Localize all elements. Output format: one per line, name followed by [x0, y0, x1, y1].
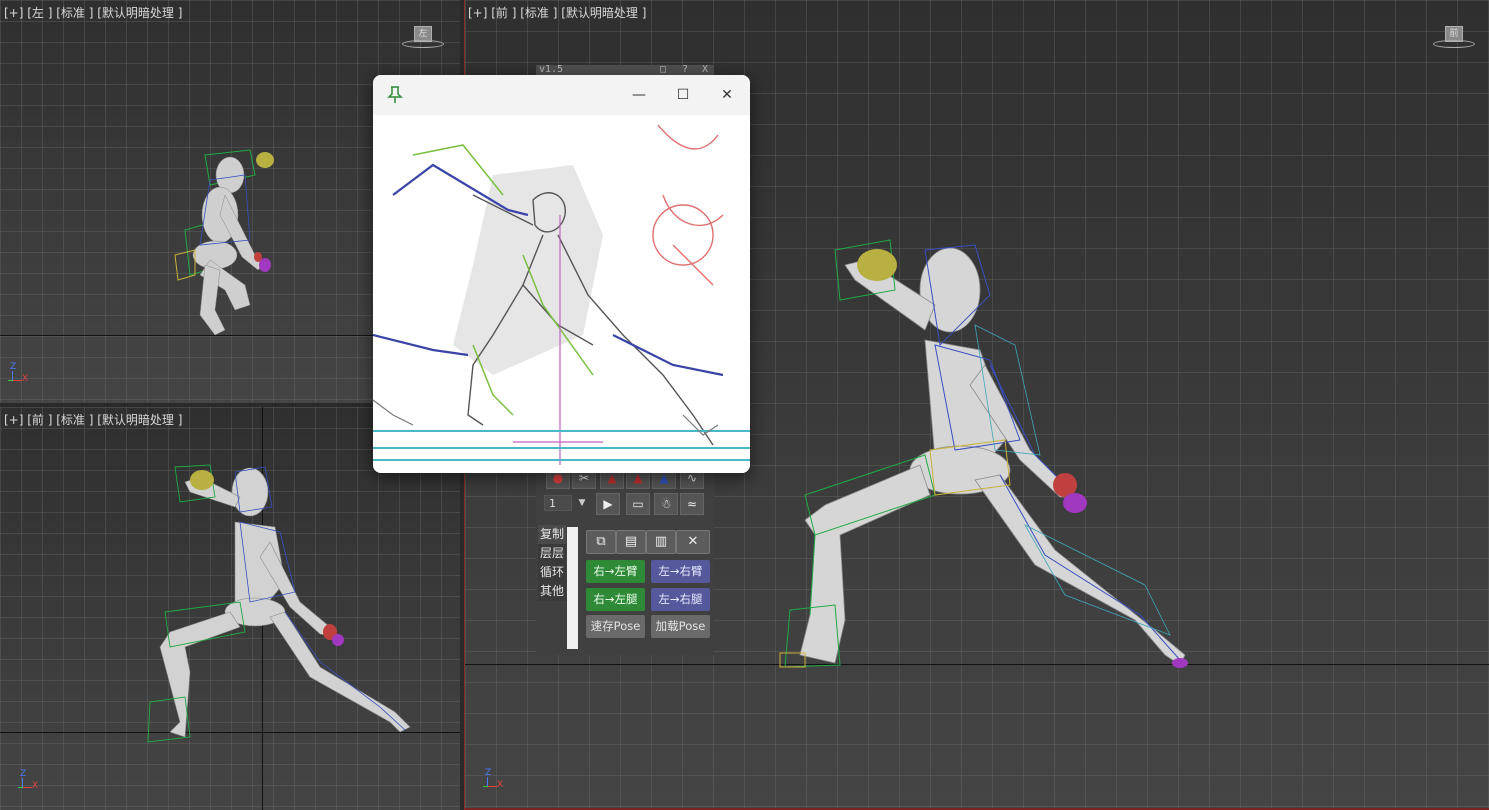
tab-other[interactable]: 其他	[538, 582, 566, 601]
viewcube[interactable]: 左	[402, 26, 444, 48]
help-button[interactable]: ?	[682, 64, 688, 75]
y-axis-line	[8, 380, 13, 381]
x-axis-line	[12, 380, 22, 381]
sketch-drawing	[373, 124, 750, 465]
panel-scrollbar[interactable]	[567, 527, 578, 649]
viewcube-ring[interactable]	[1433, 40, 1475, 48]
left-to-right-arm-button[interactable]: 左→右臂	[651, 560, 710, 583]
x-axis-label: X	[32, 781, 39, 791]
axis-gizmo: Z X	[4, 362, 34, 386]
close-button[interactable]: X	[702, 64, 708, 75]
tab-loop[interactable]: 循环	[538, 563, 566, 582]
character-figure-front-large[interactable]	[775, 235, 1215, 675]
x-axis-label: X	[497, 780, 504, 790]
figure-icon[interactable]: ☃	[654, 493, 678, 515]
chevron-down-icon[interactable]: ▼	[574, 495, 590, 511]
reference-sketch-image	[373, 115, 750, 473]
close-button[interactable]: ✕	[709, 83, 745, 107]
character-figure-front-small[interactable]	[140, 462, 420, 743]
load-pose-button[interactable]: 加载Pose	[651, 615, 710, 638]
play-icon[interactable]: ▶	[596, 493, 620, 515]
axis-gizmo: Z X	[14, 769, 44, 793]
viewcube-ring[interactable]	[402, 40, 444, 48]
minimize-button[interactable]: —	[621, 83, 657, 107]
x-axis-label: X	[22, 374, 29, 384]
viewport-label[interactable]: [+] [左 ] [标准 ] [默认明暗处理 ]	[4, 4, 182, 21]
frame-input[interactable]: 1	[544, 495, 572, 511]
pin-icon[interactable]	[387, 86, 403, 104]
save-pose-button[interactable]: 速存Pose	[586, 615, 645, 638]
z-axis-label: Z	[10, 362, 17, 372]
copy-pose-icon[interactable]: ⧉	[586, 530, 616, 554]
version-label: v1.5	[539, 64, 564, 75]
paste-pose-icon[interactable]: ▤	[616, 530, 646, 554]
paste-mirror-icon[interactable]: ▥	[646, 530, 676, 554]
window-titlebar[interactable]: — ☐ ✕	[373, 75, 750, 115]
y-axis-line	[18, 787, 23, 788]
wave-icon[interactable]: ≈	[680, 493, 704, 515]
x-axis-line	[487, 786, 497, 787]
z-axis-label: Z	[20, 769, 27, 779]
character-figure-side[interactable]	[170, 145, 280, 345]
viewport-label[interactable]: [+] [前 ] [标准 ] [默认明暗处理 ]	[4, 411, 182, 428]
x-axis-line	[22, 787, 32, 788]
side-tabs: 复制 层层 循环 其他	[538, 525, 566, 601]
right-to-left-arm-button[interactable]: 右→左臂	[586, 560, 645, 583]
left-to-right-leg-button[interactable]: 左→右腿	[651, 588, 710, 611]
mirror-icon[interactable]: ✕	[676, 530, 710, 554]
axis-gizmo: Z X	[479, 768, 509, 792]
tab-layer[interactable]: 层层	[538, 544, 566, 563]
tool-panel: ● ✂ ▲ ▲ ▲ ∿ 1 ▼ ▶ ▭ ☃ ≈ 复制 层层 循环 其他 ⧉ ▤ …	[536, 465, 714, 655]
viewport-label[interactable]: [+] [前 ] [标准 ] [默认明暗处理 ]	[468, 4, 646, 21]
viewcube[interactable]: 前	[1433, 26, 1475, 48]
y-axis-line	[483, 786, 488, 787]
maximize-button[interactable]: ☐	[665, 83, 701, 107]
tab-copy[interactable]: 复制	[538, 525, 566, 544]
z-axis-label: Z	[485, 768, 492, 778]
timeline-icon[interactable]: ▭	[626, 493, 650, 515]
reference-image-window[interactable]: — ☐ ✕	[373, 75, 750, 473]
restore-button[interactable]: □	[660, 64, 666, 75]
right-to-left-leg-button[interactable]: 右→左腿	[586, 588, 645, 611]
